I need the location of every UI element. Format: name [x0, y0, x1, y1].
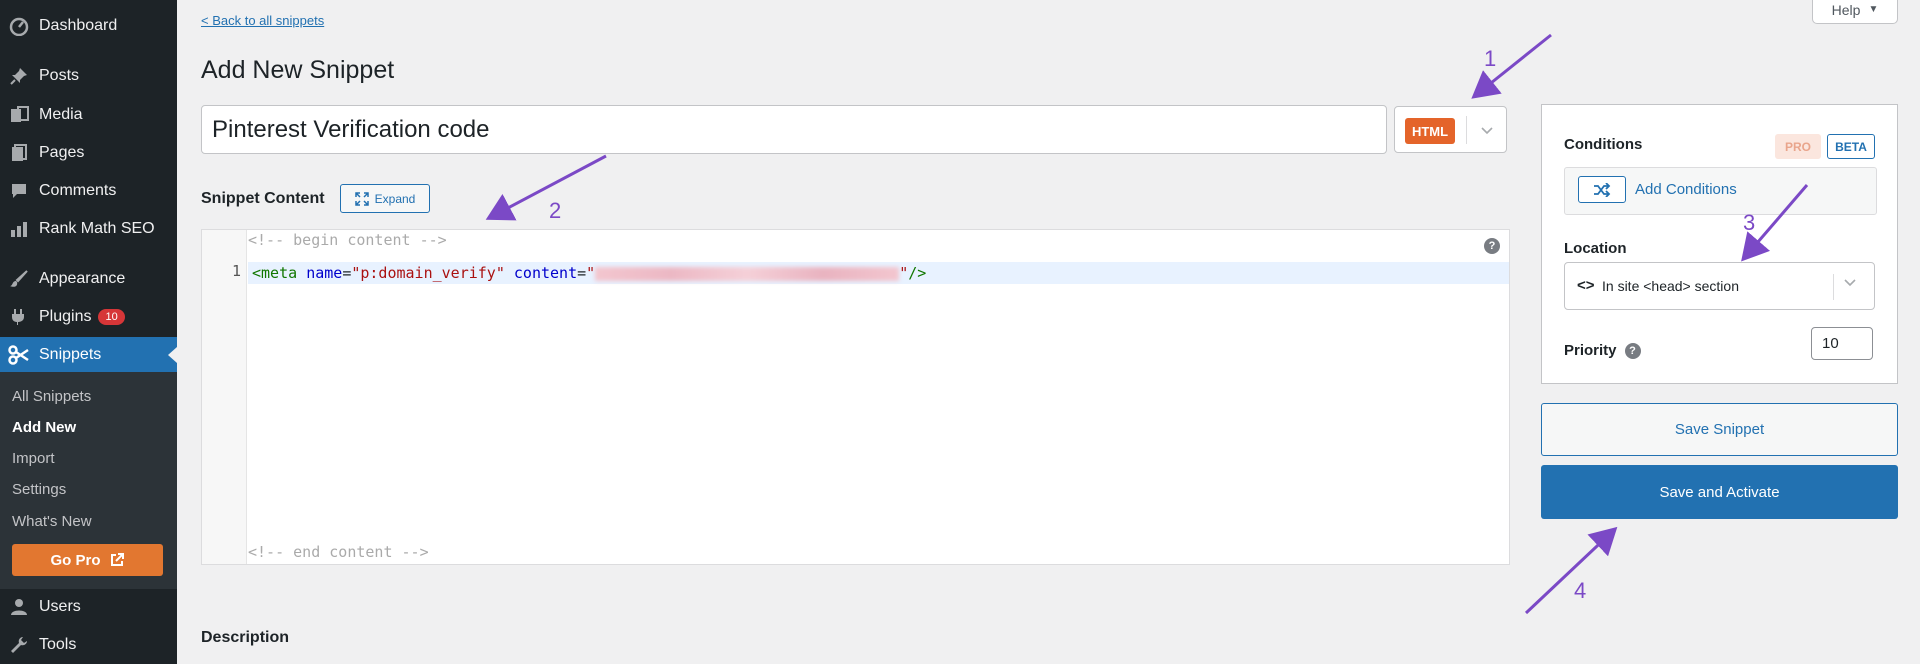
submenu-import[interactable]: Import	[12, 450, 55, 467]
wrench-icon	[8, 634, 30, 656]
external-link-icon	[110, 553, 124, 566]
pin-icon	[8, 65, 30, 87]
submenu-all-snippets[interactable]: All Snippets	[12, 388, 91, 405]
sidebar-item-dashboard[interactable]: Dashboard	[0, 9, 177, 43]
caret-down-icon: ▼	[1868, 4, 1879, 15]
sidebar-item-appearance[interactable]: Appearance	[0, 262, 177, 296]
redacted-verification-value	[595, 266, 900, 281]
snippet-settings-panel: Conditions PRO BETA Add Conditions Locat…	[1541, 104, 1898, 384]
brush-icon	[8, 268, 30, 290]
save-snippet-button[interactable]: Save Snippet	[1541, 403, 1898, 456]
end-content-comment: <!-- end content -->	[248, 543, 429, 561]
sidebar-item-label: Users	[39, 598, 81, 615]
code-editor[interactable]: <!-- begin content --> 1 <meta name="p:d…	[201, 229, 1510, 565]
priority-label: Priority ?	[1564, 342, 1641, 359]
pages-icon	[8, 142, 30, 164]
comment-icon	[8, 180, 30, 202]
go-pro-label: Go Pro	[50, 551, 101, 569]
annotation-number-4: 4	[1574, 578, 1587, 603]
sidebar-item-media[interactable]: Media	[0, 98, 177, 132]
description-label: Description	[201, 629, 290, 646]
begin-content-comment: <!-- begin content -->	[248, 231, 447, 249]
select-divider	[1833, 274, 1834, 300]
expand-icon	[354, 191, 369, 206]
sidebar-item-label: Appearance	[39, 270, 126, 287]
sidebar-item-pages[interactable]: Pages	[0, 136, 177, 170]
question-icon[interactable]: ?	[1484, 238, 1500, 254]
beta-badge: BETA	[1827, 134, 1875, 159]
annotation-arrow-4	[1524, 526, 1618, 615]
conditions-box: Add Conditions	[1564, 167, 1877, 215]
plugin-icon	[8, 306, 30, 328]
sidebar-item-label: Dashboard	[39, 17, 118, 34]
help-tab-button[interactable]: Help ▼	[1812, 0, 1898, 24]
sidebar-item-label: Tools	[39, 636, 77, 653]
priority-input[interactable]: 10	[1811, 327, 1873, 360]
location-value: In site <head> section	[1602, 278, 1739, 294]
chevron-down-icon[interactable]	[1474, 117, 1500, 143]
sidebar-item-label: Comments	[39, 182, 117, 199]
sidebar-item-comments[interactable]: Comments	[0, 174, 177, 208]
media-icon	[8, 104, 30, 126]
scissors-icon	[8, 344, 30, 366]
line-number: 1	[232, 262, 242, 280]
expand-editor-button[interactable]: Expand	[340, 184, 430, 213]
pro-badge: PRO	[1775, 134, 1821, 159]
dashboard-icon	[8, 15, 30, 37]
location-label: Location	[1564, 240, 1627, 257]
save-and-activate-button[interactable]: Save and Activate	[1541, 465, 1898, 519]
code-brackets-icon: <>	[1577, 277, 1595, 294]
page-title: Add New Snippet	[201, 56, 395, 84]
sidebar-item-label: Rank Math SEO	[39, 220, 155, 237]
sidebar-item-label: Plugins	[39, 308, 92, 325]
user-icon	[8, 596, 30, 618]
shuffle-icon[interactable]	[1578, 176, 1626, 203]
sidebar-item-snippets[interactable]: Snippets	[0, 337, 177, 373]
select-divider	[1466, 116, 1467, 144]
annotation-number-3: 3	[1743, 210, 1756, 235]
sidebar-item-label: Snippets	[39, 346, 102, 363]
sidebar-item-users[interactable]: Users	[0, 590, 177, 624]
sidebar-item-posts[interactable]: Posts	[0, 59, 177, 93]
submenu-whats-new[interactable]: What's New	[12, 513, 92, 530]
sidebar-item-tools[interactable]: Tools	[0, 628, 177, 662]
chart-icon	[8, 218, 30, 240]
question-icon[interactable]: ?	[1624, 342, 1641, 359]
add-conditions-link[interactable]: Add Conditions	[1635, 181, 1737, 198]
sidebar-item-label: Posts	[39, 67, 80, 84]
chevron-down-icon[interactable]	[1843, 275, 1857, 294]
back-to-snippets-link[interactable]: < Back to all snippets	[201, 13, 324, 28]
editor-gutter	[202, 230, 247, 564]
submenu-add-new[interactable]: Add New	[12, 419, 76, 436]
plugins-update-badge: 10	[98, 309, 125, 325]
expand-label: Expand	[374, 191, 416, 206]
snippet-content-label: Snippet Content	[201, 190, 325, 207]
sidebar-item-plugins[interactable]: Plugins 10	[0, 300, 177, 334]
location-select[interactable]: <> In site <head> section	[1564, 262, 1875, 310]
conditions-label: Conditions	[1564, 136, 1643, 153]
sidebar-item-rank-math[interactable]: Rank Math SEO	[0, 212, 177, 246]
snippet-title-input[interactable]: Pinterest Verification code	[201, 105, 1387, 154]
go-pro-button[interactable]: Go Pro	[12, 544, 163, 576]
annotation-number-2: 2	[549, 198, 562, 223]
html-type-badge: HTML	[1405, 118, 1455, 144]
code-line[interactable]: <meta name="p:domain_verify" content=" "/…	[252, 262, 926, 284]
admin-sidebar: Dashboard Posts Media Pages Comments Ran…	[0, 0, 177, 664]
help-label: Help	[1831, 1, 1861, 18]
sidebar-item-label: Pages	[39, 144, 85, 161]
code-type-select[interactable]: HTML	[1394, 106, 1507, 153]
submenu-settings[interactable]: Settings	[12, 481, 66, 498]
annotation-number-1: 1	[1484, 46, 1497, 71]
sidebar-item-label: Media	[39, 106, 83, 123]
